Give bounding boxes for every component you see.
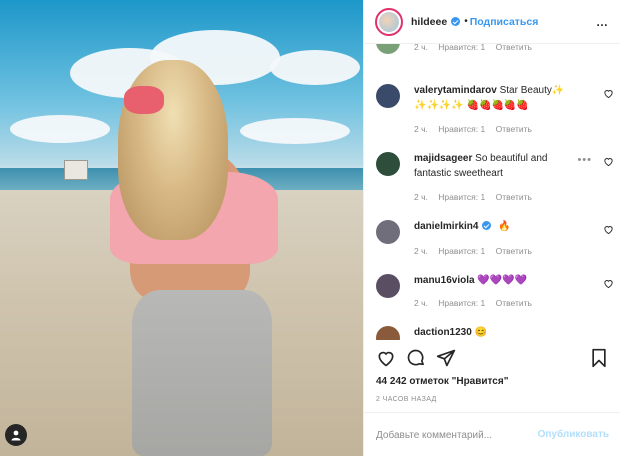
cloud: [10, 115, 110, 143]
comment-body: danielmirkin4 🔥: [414, 220, 584, 235]
post-timestamp: 2 ЧАСОВ НАЗАД: [376, 396, 437, 403]
like-comment-heart-icon[interactable]: [603, 224, 614, 235]
cloud: [270, 50, 360, 85]
comment-meta: 2 ч. Нравится: 1 Ответить: [414, 192, 540, 202]
reply-button[interactable]: Ответить: [496, 124, 532, 134]
comment-meta: 2 ч. Нравится: 1 Ответить: [414, 246, 540, 256]
share-send-icon[interactable]: [436, 348, 456, 368]
commenter-avatar[interactable]: [376, 44, 400, 54]
user-icon: [11, 430, 21, 441]
commenter-username[interactable]: majidsageer: [414, 153, 472, 164]
commenter-username[interactable]: daction1230: [414, 327, 472, 338]
post-actions-bar: [364, 340, 620, 376]
comment-body: majidsageer So beautiful and fantastic s…: [414, 152, 564, 181]
commenter-avatar[interactable]: [376, 274, 400, 298]
comment-text: 😊: [474, 327, 488, 338]
figure-hair-bow: [124, 86, 164, 114]
comment-meta: 2 ч. Нравится: 1 Ответить: [414, 124, 540, 134]
comment-options-icon[interactable]: •••: [577, 154, 592, 166]
comment-time: 2 ч.: [414, 298, 428, 308]
add-comment-bar: Опубликовать: [364, 412, 620, 456]
commenter-avatar[interactable]: [376, 326, 400, 340]
comment-bubble-icon[interactable]: [406, 348, 426, 368]
like-comment-heart-icon[interactable]: [603, 278, 614, 289]
commenter-avatar[interactable]: [376, 152, 400, 176]
comment-time: 2 ч.: [414, 246, 428, 256]
comment-likes[interactable]: Нравится: 1: [438, 298, 485, 308]
commenter-username[interactable]: manu16viola: [414, 275, 475, 286]
reply-button[interactable]: Ответить: [496, 44, 532, 52]
comment-meta: 2 ч. Нравится: 1 Ответить: [414, 298, 540, 308]
save-bookmark-icon[interactable]: [589, 348, 609, 368]
comment-time: 2 ч.: [414, 44, 428, 52]
comment-time: 2 ч.: [414, 192, 428, 202]
comment-meta: 2 ч. Нравится: 1 Ответить: [414, 44, 540, 52]
post-photo[interactable]: [0, 0, 363, 456]
more-options-icon[interactable]: …: [596, 15, 609, 29]
like-heart-icon[interactable]: [376, 348, 396, 368]
commenter-username[interactable]: danielmirkin4: [414, 221, 478, 232]
commenter-username[interactable]: valerytamindarov: [414, 85, 497, 96]
publish-comment-button[interactable]: Опубликовать: [538, 429, 609, 440]
comment-input[interactable]: [376, 425, 526, 445]
like-comment-heart-icon[interactable]: [603, 88, 614, 99]
comment-likes[interactable]: Нравится: 1: [438, 192, 485, 202]
author-avatar[interactable]: [375, 7, 403, 36]
follow-button[interactable]: Подписаться: [470, 16, 539, 28]
verified-badge-icon: [451, 17, 461, 26]
reply-button[interactable]: Ответить: [496, 246, 532, 256]
tagged-users-button[interactable]: [5, 424, 27, 446]
comment-time: 2 ч.: [414, 124, 428, 134]
reply-button[interactable]: Ответить: [496, 298, 532, 308]
comment-body: manu16viola 💜💜💜💜: [414, 274, 584, 289]
header-separator: •: [464, 16, 468, 27]
comment-body: valerytamindarov Star Beauty✨ ✨✨✨✨ 🍓🍓🍓🍓🍓: [414, 84, 584, 113]
commenter-avatar[interactable]: [376, 84, 400, 108]
likes-count[interactable]: 44 242 отметок "Нравится": [376, 376, 508, 387]
lifeguard-tower: [64, 160, 88, 180]
verified-badge-icon: [482, 221, 492, 230]
reply-button[interactable]: Ответить: [496, 192, 532, 202]
comment-likes[interactable]: Нравится: 1: [438, 124, 485, 134]
commenter-avatar[interactable]: [376, 220, 400, 244]
author-username[interactable]: hildeee: [411, 16, 447, 28]
post-header: hildeee • Подписаться …: [364, 0, 620, 44]
comment-likes[interactable]: Нравится: 1: [438, 44, 485, 52]
cloud: [240, 118, 350, 144]
like-comment-heart-icon[interactable]: [603, 156, 614, 167]
comment-likes[interactable]: Нравится: 1: [438, 246, 485, 256]
comment-body: daction1230 😊: [414, 326, 584, 340]
figure-pants: [132, 290, 272, 456]
comments-list[interactable]: 2 ч. Нравится: 1 Ответить valerytamindar…: [364, 44, 620, 340]
comment-text: 💜💜💜💜: [477, 275, 528, 286]
comment-text: 🔥: [498, 221, 511, 232]
post-side-panel: hildeee • Подписаться … 2 ч. Нравится: 1…: [363, 0, 620, 456]
